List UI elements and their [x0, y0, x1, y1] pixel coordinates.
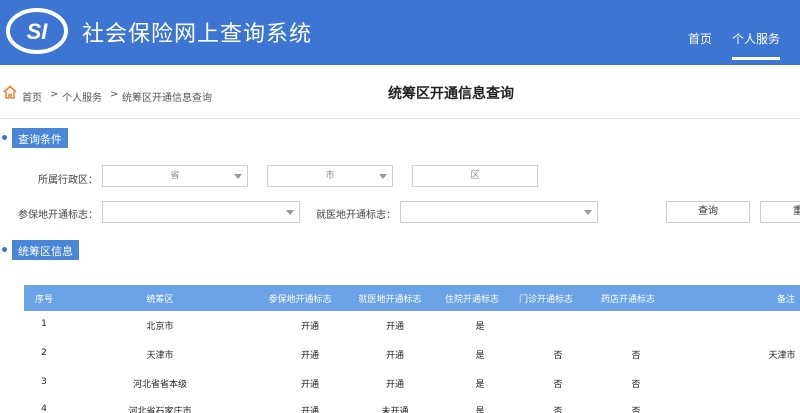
column-header: 序号	[34, 295, 54, 305]
system-title: 社会保险网上查询系统	[82, 22, 313, 47]
cell-medical: 未开通	[381, 407, 409, 413]
cell-remark: 天津市	[768, 351, 796, 361]
insured-flag-select[interactable]	[102, 201, 300, 223]
info-section-title: 统筹区信息	[12, 240, 79, 260]
column-header: 就医地开通标志	[358, 295, 422, 305]
province-select[interactable]: 省	[102, 165, 248, 187]
column-header: 门诊开通标志	[518, 295, 574, 305]
cell-no: 3	[41, 377, 47, 387]
chevron-down-icon	[379, 174, 387, 179]
cell-outpatient: 否	[553, 351, 563, 361]
top-header: SI 社会保险网上查询系统 首页 个人服务	[0, 0, 800, 65]
column-header: 备注	[776, 295, 796, 305]
cell-area: 河北省石家庄市	[128, 407, 192, 413]
cell-inpatient: 是	[475, 407, 485, 413]
cell-area: 天津市	[146, 351, 174, 361]
chevron-down-icon	[234, 174, 242, 179]
svg-text:SI: SI	[27, 19, 49, 44]
province-select-value: 省	[170, 171, 180, 181]
breadcrumb-separator: >	[50, 89, 59, 100]
nav-active-indicator	[732, 57, 780, 60]
district-select-value: 区	[470, 171, 480, 181]
cell-inpatient: 是	[475, 351, 485, 361]
breadcrumb-home[interactable]: 首页	[22, 89, 42, 104]
district-select[interactable]: 区	[412, 165, 538, 187]
cell-medical: 开通	[385, 380, 405, 390]
reset-button[interactable]: 重	[760, 201, 800, 223]
page-title: 统筹区开通信息查询	[388, 86, 514, 102]
breadcrumb-personal-service[interactable]: 个人服务	[62, 89, 102, 104]
chevron-down-icon	[286, 210, 294, 215]
cell-pharmacy: 否	[631, 380, 641, 390]
cell-inpatient: 是	[475, 380, 485, 390]
si-logo: SI	[6, 8, 68, 54]
column-header: 住院开通标志	[444, 295, 500, 305]
query-button[interactable]: 查询	[666, 201, 750, 223]
query-section-title: 查询条件	[12, 128, 68, 148]
column-header: 统筹区	[146, 295, 174, 305]
column-header: 参保地开通标志	[268, 295, 332, 305]
section-bullet	[2, 247, 7, 252]
cell-insured: 开通	[300, 351, 320, 361]
cell-area: 北京市	[146, 322, 174, 332]
insured-flag-label: 参保地开通标志：	[18, 210, 98, 221]
cell-outpatient: 否	[553, 380, 563, 390]
medical-flag-label: 就医地开通标志：	[316, 210, 396, 221]
cell-no: 2	[41, 348, 47, 358]
cell-inpatient: 是	[475, 322, 485, 332]
nav-home-link[interactable]: 首页	[688, 30, 712, 47]
breadcrumb-separator: >	[110, 89, 119, 100]
section-bullet	[2, 135, 7, 140]
table-header: 序号 统筹区 参保地开通标志 就医地开通标志 住院开通标志 门诊开通标志 药店开…	[24, 285, 800, 311]
divider	[0, 118, 800, 119]
cell-no: 1	[41, 319, 47, 329]
home-icon	[3, 85, 17, 99]
cell-outpatient: 否	[553, 407, 563, 413]
region-label: 所属行政区：	[38, 175, 98, 186]
medical-flag-select[interactable]	[400, 201, 598, 223]
breadcrumb-current: 统筹区开通信息查询	[122, 93, 212, 104]
cell-insured: 开通	[300, 322, 320, 332]
city-select[interactable]: 市	[267, 165, 393, 187]
cell-area: 河北省省本级	[132, 380, 188, 390]
cell-insured: 开通	[300, 407, 320, 413]
column-header: 药店开通标志	[600, 295, 656, 305]
chevron-down-icon	[584, 210, 592, 215]
cell-pharmacy: 否	[631, 351, 641, 361]
cell-no: 4	[41, 404, 47, 413]
cell-pharmacy: 否	[631, 407, 641, 413]
cell-insured: 开通	[300, 380, 320, 390]
city-select-value: 市	[325, 171, 335, 181]
nav-personal-service-link[interactable]: 个人服务	[732, 30, 780, 47]
cell-medical: 开通	[385, 351, 405, 361]
cell-medical: 开通	[385, 322, 405, 332]
